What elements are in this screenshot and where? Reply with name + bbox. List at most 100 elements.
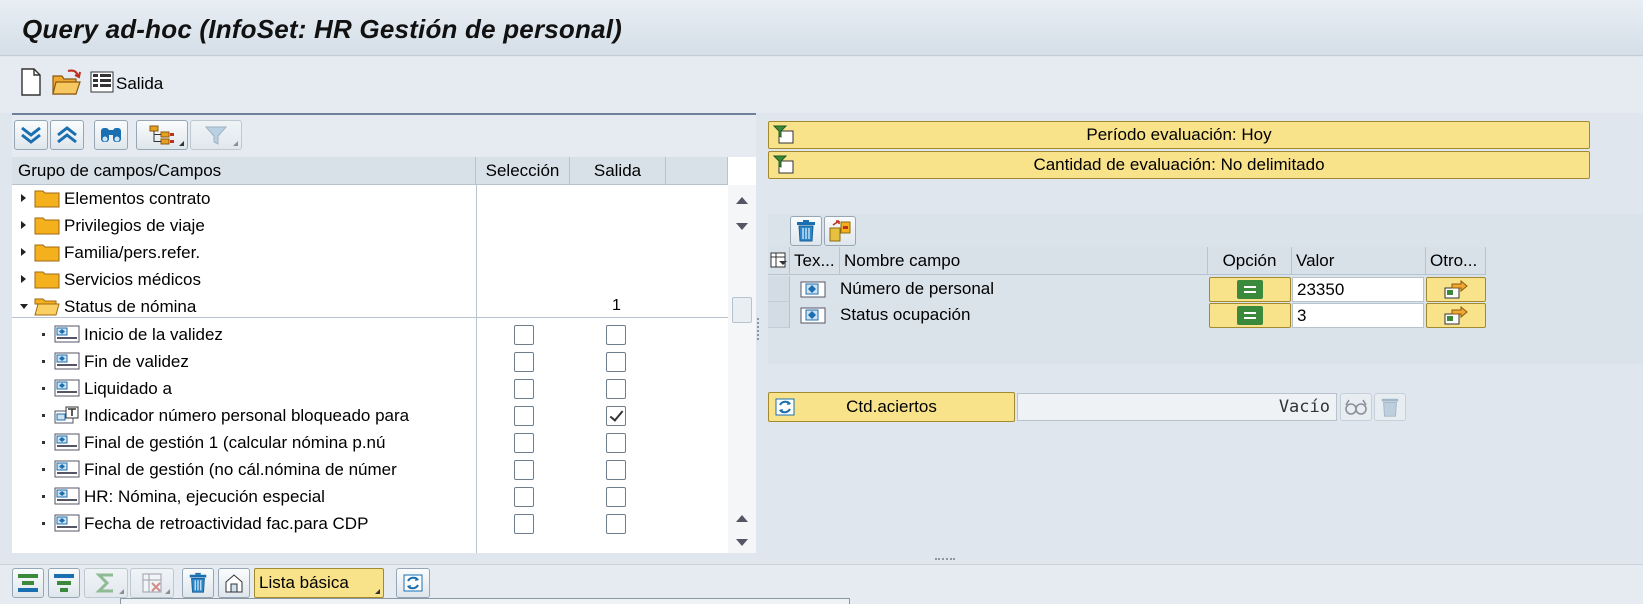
tree-group-row[interactable]: Familia/pers.refer. [12, 239, 728, 266]
field-icon [800, 307, 826, 324]
grid-settings-icon[interactable] [768, 247, 790, 275]
option-equals-button[interactable] [1209, 277, 1291, 302]
scroll-up-icon[interactable] [736, 197, 748, 204]
output-checkbox[interactable] [606, 325, 626, 345]
field-tree-header: Grupo de campos/Campos Selección Salida [12, 157, 728, 185]
row-selector[interactable] [768, 276, 790, 302]
field-icon [54, 379, 80, 397]
output-list-icon[interactable] [90, 70, 114, 94]
open-folder-icon[interactable] [52, 68, 82, 96]
header-other[interactable]: Otro... [1426, 247, 1486, 275]
expand-arrow-icon[interactable] [21, 275, 26, 283]
tree-group-row-expanded[interactable]: Status de nómina 1 [12, 293, 728, 320]
selection-row[interactable]: Status ocupación [768, 302, 1486, 328]
tree-field-row[interactable]: Inicio de la validez [12, 321, 728, 348]
expand-arrow-icon[interactable] [21, 248, 26, 256]
tree-field-row[interactable]: Fin de validez [12, 348, 728, 375]
clear-hits-button[interactable] [1374, 393, 1406, 421]
selection-row[interactable]: Número de personal [768, 276, 1486, 302]
tree-group-row[interactable]: Servicios médicos [12, 266, 728, 293]
expand-all-button[interactable] [14, 120, 48, 150]
selection-checkbox[interactable] [514, 487, 534, 507]
output-checkbox[interactable] [606, 514, 626, 534]
header-output[interactable]: Salida [570, 157, 666, 185]
filter-icon [204, 126, 228, 145]
filter-button[interactable] [190, 120, 242, 150]
output-checkbox-checked[interactable] [606, 406, 626, 426]
find-icon [101, 128, 121, 142]
tree-field-label: Inicio de la validez [84, 325, 223, 344]
tree-field-row[interactable]: Final de gestión (no cál.nómina de númer [12, 456, 728, 483]
collapse-arrow-icon[interactable] [20, 304, 28, 309]
expand-arrow-icon[interactable] [21, 194, 26, 202]
output-checkbox[interactable] [606, 379, 626, 399]
filter-icon [773, 125, 794, 144]
tree-field-row[interactable]: Liquidado a [12, 375, 728, 402]
header-selection[interactable]: Selección [476, 157, 570, 185]
output-button-label[interactable]: Salida [116, 74, 163, 94]
output-checkbox[interactable] [606, 487, 626, 507]
layout-settings-button[interactable] [218, 568, 250, 598]
selection-grid-header: Tex... Nombre campo Opción Valor Otro... [768, 247, 1486, 275]
sort-button[interactable] [48, 568, 80, 598]
scroll-down-icon[interactable] [736, 539, 748, 546]
refresh-button[interactable] [396, 568, 430, 598]
vertical-scrollbar[interactable] [728, 185, 756, 553]
glasses-icon [1345, 399, 1367, 415]
delete-button[interactable] [182, 568, 214, 598]
multiple-selection-button[interactable] [1426, 303, 1486, 328]
selection-checkbox[interactable] [514, 352, 534, 372]
header-field-groups[interactable]: Grupo de campos/Campos [12, 157, 476, 185]
field-tree-toolbar [12, 115, 756, 157]
horizontal-splitter[interactable] [935, 558, 955, 561]
header-option[interactable]: Opción [1208, 247, 1292, 275]
header-field-name[interactable]: Nombre campo [840, 247, 1208, 275]
subtotal-button[interactable] [130, 568, 174, 598]
multiple-selection-button[interactable] [1426, 277, 1486, 302]
evaluation-period-label: Período evaluación: Hoy [1086, 125, 1272, 144]
new-document-icon[interactable] [20, 68, 42, 96]
tree-field-row[interactable]: Fecha de retroactividad fac.para CDP [12, 510, 728, 537]
scroll-thumb[interactable] [732, 297, 752, 323]
tree-field-row[interactable]: Indicador número personal bloqueado para [12, 402, 728, 429]
layout-dropdown[interactable]: Lista básica [254, 568, 384, 598]
tree-field-row[interactable]: HR: Nómina, ejecución especial [12, 483, 728, 510]
selection-checkbox[interactable] [514, 325, 534, 345]
find-button[interactable] [94, 120, 128, 150]
tree-group-row[interactable]: Privilegios de viaje [12, 212, 728, 239]
header-text[interactable]: Tex... [790, 247, 840, 275]
field-icon [800, 281, 826, 298]
evaluation-period-button[interactable]: Período evaluación: Hoy [768, 121, 1590, 149]
selection-value-input[interactable] [1292, 277, 1424, 302]
output-checkbox[interactable] [606, 460, 626, 480]
field-icon [54, 325, 80, 343]
display-hits-button[interactable] [1340, 393, 1372, 421]
selection-checkbox[interactable] [514, 460, 534, 480]
tree-group-label: Privilegios de viaje [64, 216, 205, 235]
field-layout-button[interactable] [136, 120, 188, 150]
layout-dropdown-value: Lista básica [259, 573, 349, 592]
delete-criteria-button[interactable] [790, 216, 822, 246]
evaluation-quantity-button[interactable]: Cantidad de evaluación: No delimitado [768, 151, 1590, 179]
output-checkbox[interactable] [606, 352, 626, 372]
title-bar: Query ad-hoc (InfoSet: HR Gestión de per… [0, 0, 1643, 56]
header-value[interactable]: Valor [1292, 247, 1426, 275]
align-center-button[interactable] [12, 568, 44, 598]
scroll-down-icon[interactable] [736, 223, 748, 230]
tree-group-row[interactable]: Elementos contrato [12, 185, 728, 212]
move-criteria-button[interactable] [824, 216, 856, 246]
selection-checkbox[interactable] [514, 433, 534, 453]
selection-value-input[interactable] [1292, 303, 1424, 328]
option-equals-button[interactable] [1209, 303, 1291, 328]
selection-checkbox[interactable] [514, 514, 534, 534]
scroll-up-icon[interactable] [736, 515, 748, 522]
sum-button[interactable] [84, 568, 128, 598]
row-selector[interactable] [768, 302, 790, 328]
output-checkbox[interactable] [606, 433, 626, 453]
selection-checkbox[interactable] [514, 406, 534, 426]
collapse-all-button[interactable] [50, 120, 84, 150]
expand-arrow-icon[interactable] [21, 221, 26, 229]
selection-checkbox[interactable] [514, 379, 534, 399]
tree-field-row[interactable]: Final de gestión 1 (calcular nómina p.nú [12, 429, 728, 456]
hit-count-button[interactable]: Ctd.aciertos [768, 392, 1015, 422]
